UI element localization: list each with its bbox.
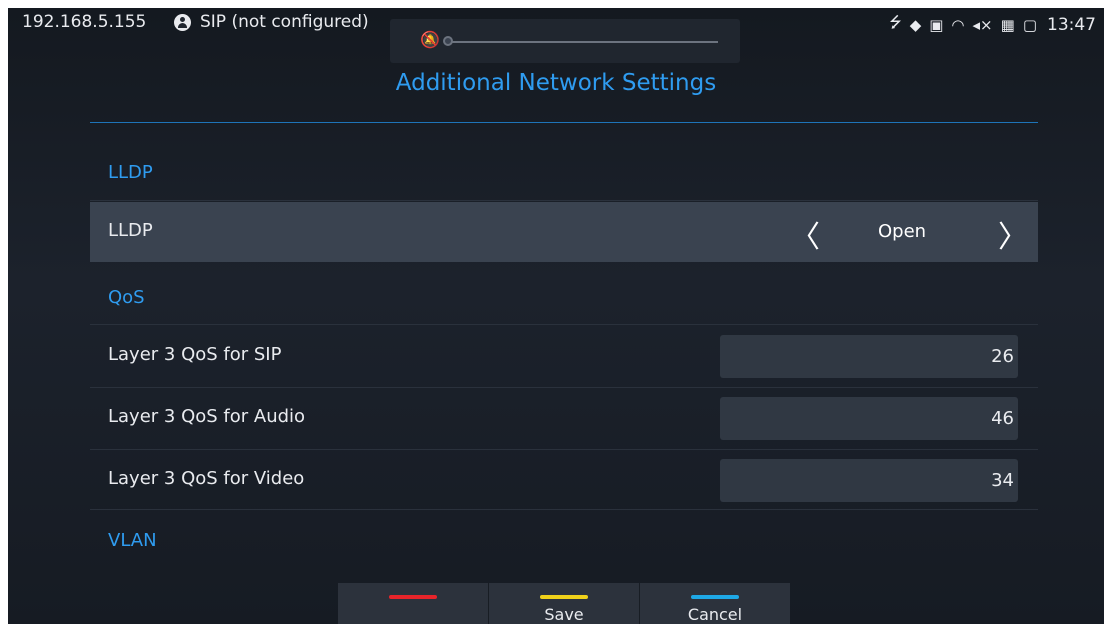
qos-audio-input[interactable]: 46 <box>720 397 1018 440</box>
section-header-lldp: LLDP <box>108 162 153 183</box>
cancel-label: Cancel <box>687 605 743 624</box>
volume-slider-knob[interactable] <box>443 36 453 46</box>
chevron-left-icon[interactable]: 〈 <box>790 212 820 256</box>
section-header-vlan: VLAN <box>108 530 157 551</box>
shield-icon: ◆ <box>909 15 922 34</box>
divider <box>90 324 1038 325</box>
qos-video-input[interactable]: 34 <box>720 459 1018 502</box>
qos-audio-row[interactable]: Layer 3 QoS for Audio 46 <box>90 388 1038 448</box>
qos-video-row[interactable]: Layer 3 QoS for Video 34 <box>90 450 1038 510</box>
qos-sip-input[interactable]: 26 <box>720 335 1018 378</box>
status-icons: ⭍ ◆ ▣ ◠ ◂× ▦ ▢ 13:47 <box>889 12 1096 37</box>
bell-muted-icon: 🔕 <box>420 30 440 49</box>
yellow-key-indicator <box>540 595 588 599</box>
red-key-indicator <box>389 595 437 599</box>
account-status: SIP (not configured) <box>200 12 369 32</box>
save-button[interactable]: Save <box>488 583 639 624</box>
divider <box>90 509 1038 510</box>
section-header-qos: QoS <box>108 287 145 308</box>
clock: 13:47 <box>1047 14 1096 35</box>
network-off-icon: ▢ <box>1022 15 1037 34</box>
cancel-button[interactable]: Cancel <box>639 583 790 624</box>
volume-track[interactable] <box>448 41 718 43</box>
page-title: Additional Network Settings <box>395 70 717 96</box>
chevron-right-icon[interactable]: 〉 <box>998 212 1028 256</box>
title-divider <box>90 122 1038 123</box>
volume-muted-icon: ◂× <box>972 15 993 34</box>
wifi-icon: ◠ <box>951 15 965 34</box>
screen: 192.168.5.155 SIP (not configured) ⭍ ◆ ▣… <box>8 8 1104 624</box>
usb-icon: ⭍ <box>889 13 902 31</box>
account-icon <box>174 14 191 31</box>
image-icon: ▣ <box>929 15 944 34</box>
sim-icon: ▦ <box>1000 15 1015 34</box>
volume-overlay[interactable]: 🔕 <box>390 19 740 63</box>
save-label: Save <box>544 605 584 624</box>
ip-address: 192.168.5.155 <box>22 12 147 32</box>
divider <box>90 200 1038 201</box>
qos-audio-label: Layer 3 QoS for Audio <box>108 406 306 427</box>
qos-sip-row[interactable]: Layer 3 QoS for SIP 26 <box>90 326 1038 386</box>
softkey-bar: Save Cancel <box>338 583 790 624</box>
lldp-value: Open <box>878 221 927 242</box>
blue-key-indicator <box>691 595 739 599</box>
softkey-red[interactable] <box>338 583 488 624</box>
qos-video-label: Layer 3 QoS for Video <box>108 468 305 489</box>
lldp-setting-row[interactable]: LLDP 〈 Open 〉 <box>90 202 1038 262</box>
lldp-label: LLDP <box>108 220 153 241</box>
qos-sip-label: Layer 3 QoS for SIP <box>108 344 282 365</box>
